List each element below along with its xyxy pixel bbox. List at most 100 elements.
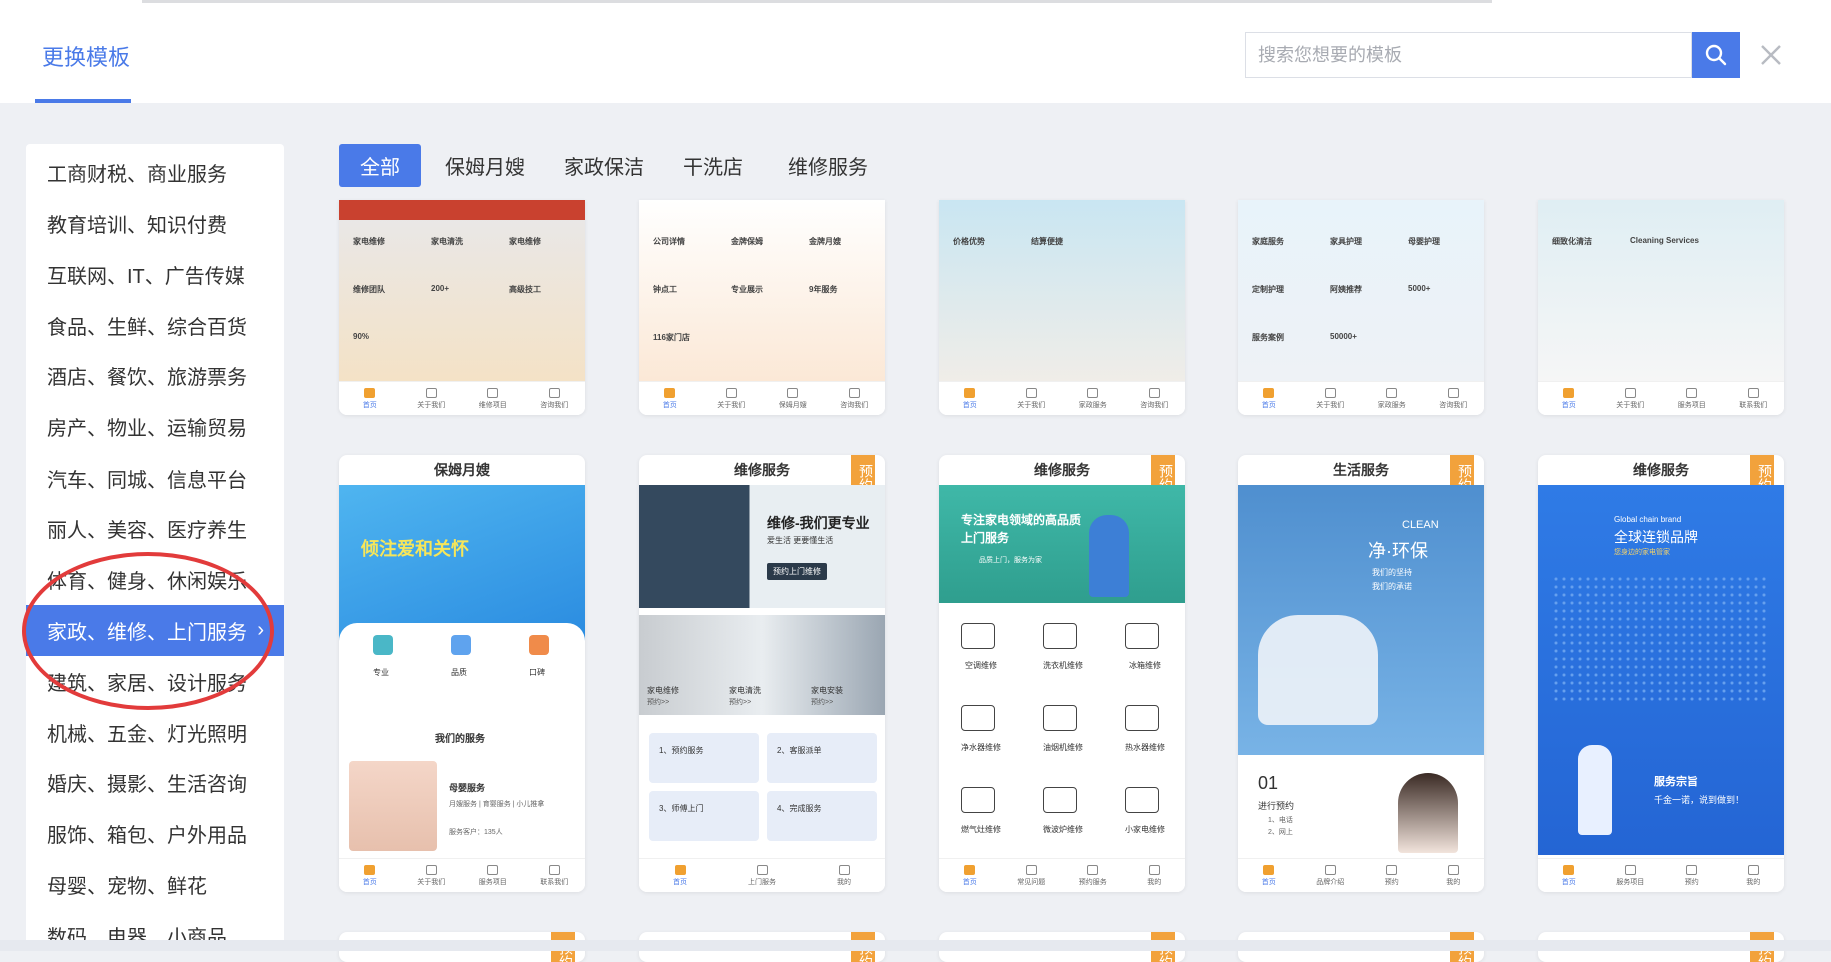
nav-icon	[1148, 864, 1160, 875]
close-button[interactable]	[1756, 40, 1786, 70]
nav-icon	[425, 864, 437, 875]
sidebar-item[interactable]: 食品、生鲜、综合百货	[26, 300, 284, 351]
preview-text: 金牌保姆	[731, 237, 763, 246]
nav-label: 关于我们	[1616, 401, 1645, 409]
preview-text: 家电维修	[509, 237, 541, 246]
sidebar-item[interactable]: 汽车、同城、信息平台	[26, 453, 284, 504]
sidebar-item[interactable]: 教育培训、知识付费	[26, 198, 284, 249]
template-card[interactable]: 生活服务 预约 CLEAN 净·环保 我们的坚持 我们的承诺 01 进行预约 1、电话 2、网上首…	[1238, 455, 1484, 892]
nav-label: 上门服务	[748, 878, 776, 886]
template-bottom-nav: 首页 关于我们 家政服务 咨询我们	[939, 381, 1185, 415]
nav-item: 首页	[1538, 382, 1600, 415]
step-label: 3、师傅上门	[659, 804, 704, 813]
nav-label: 首页	[362, 401, 377, 409]
nav-item: 咨询我们	[524, 382, 586, 415]
nav-item: 关于我们	[1300, 382, 1362, 415]
banner-text: 专注家电领域的高品质上门服务	[961, 513, 1082, 545]
sidebar-item[interactable]: 丽人、美容、医疗养生	[26, 503, 284, 554]
step-item: 1、电话	[1268, 817, 1293, 824]
preview-text: 钟点工	[653, 285, 677, 294]
service-label: 空调维修	[965, 661, 997, 670]
top-bar: 更换模板	[0, 0, 1831, 103]
nav-item: 首页	[1238, 859, 1300, 892]
feature-label: 品质	[451, 668, 467, 677]
filter-tab[interactable]: 家政保洁	[554, 144, 654, 187]
nav-icon	[1025, 387, 1037, 398]
tab-active-indicator	[35, 99, 131, 103]
service-label: 洗衣机维修	[1043, 661, 1083, 670]
nav-label: 服务项目	[1677, 401, 1706, 409]
nav-icon	[487, 387, 499, 398]
sidebar-item[interactable]: 机械、五金、灯光照明	[26, 707, 284, 758]
preview-text: 维修团队	[353, 285, 385, 294]
nav-label: 联系我们	[540, 878, 569, 886]
banner-button: 预约上门维修	[767, 563, 827, 580]
nav-item: 关于我们	[1001, 382, 1063, 415]
service-desc: 月嫂服务 | 育婴服务 | 小儿推拿	[449, 801, 545, 808]
nav-icon	[487, 864, 499, 875]
nav-icon	[1148, 387, 1160, 398]
sidebar-item[interactable]: 房产、物业、运输贸易	[26, 401, 284, 452]
nav-label: 首页	[662, 401, 677, 409]
search-button[interactable]	[1692, 32, 1740, 78]
template-card[interactable]: 维修服务 预约 专注家电领域的高品质上门服务 品质上门，服务为家 空调维修 洗衣机维修 冰箱…	[939, 455, 1185, 892]
sidebar-item[interactable]: 酒店、餐饮、旅游票务	[26, 350, 284, 401]
template-card[interactable]: 家庭服务 家具护理 母婴护理 定制护理 阿姨推荐 5000+ 服务案例 50000+ 首页 关于我…	[1238, 200, 1484, 415]
nav-item: 我的	[803, 859, 885, 892]
nav-label: 常见问题	[1017, 878, 1046, 886]
nav-label: 预约	[1384, 878, 1399, 886]
sidebar-item[interactable]: 母婴、宠物、鲜花	[26, 859, 284, 910]
service-count: 服务客户：135人	[449, 829, 503, 836]
nav-icon	[1563, 864, 1575, 875]
laundry-illustration	[1258, 615, 1378, 725]
nav-icon	[1263, 387, 1275, 398]
service-icon	[1125, 705, 1159, 731]
template-bottom-nav: 首页 关于我们 家政服务 咨询我们	[1238, 381, 1484, 415]
nav-label: 服务项目	[1616, 878, 1645, 886]
template-card[interactable]: 维修服务 预约 Global chain brand 全球连锁品牌 您身边的家电管家 服务…	[1538, 455, 1784, 892]
template-card[interactable]: 家电维修 家电清洗 家电维修 维修团队 200+ 高级技工 90% 首页 关于我们 维修项目 咨询我…	[339, 200, 585, 415]
nav-icon	[964, 387, 976, 398]
filter-tab[interactable]: 保姆月嫂	[435, 144, 535, 187]
filter-tab[interactable]: 全部	[339, 144, 421, 187]
nav-icon	[364, 864, 376, 875]
service-label: 油烟机维修	[1043, 743, 1083, 752]
service-label: 净水器维修	[961, 743, 1001, 752]
nav-item: 维修项目	[462, 382, 524, 415]
sidebar-item-label: 汽车、同城、信息平台	[47, 470, 247, 492]
tab-change-template[interactable]: 更换模板	[42, 40, 130, 72]
template-card[interactable]: 价格优势 结算便捷 首页 关于我们 家政服务 咨询我们	[939, 200, 1185, 415]
step-label: 2、客服派单	[777, 746, 822, 755]
sidebar-item[interactable]: 工商财税、商业服务	[26, 147, 284, 198]
sidebar-item-label: 机械、五金、灯光照明	[47, 724, 247, 746]
filter-tab[interactable]: 维修服务	[773, 144, 883, 187]
template-card[interactable]: 维修服务 预约 维修-我们更专业 爱生活 更要懂生活 预约上门维修 家电维修 预约>> 家电清…	[639, 455, 885, 892]
nav-icon	[1447, 864, 1459, 875]
nav-item: 首页	[639, 859, 721, 892]
template-card[interactable]: 公司详情 金牌保姆 金牌月嫂 钟点工 专业展示 9年服务 116家门店 首页 关于我们 保姆月嫂 咨…	[639, 200, 885, 415]
service-label: 冰箱维修	[1129, 661, 1161, 670]
sidebar-item[interactable]: 婚庆、摄影、生活咨询	[26, 757, 284, 808]
preview-text: 90%	[353, 332, 370, 341]
banner-small: Global chain brand	[1614, 515, 1682, 524]
search-input[interactable]	[1246, 33, 1691, 77]
template-card[interactable]: 细致化清洁 Cleaning Services 首页 关于我们 服务项目 联系我们	[1538, 200, 1784, 415]
preview-banner	[339, 485, 585, 645]
search-box[interactable]	[1245, 32, 1692, 78]
template-title: 维修服务	[1034, 462, 1090, 478]
nav-item: 家政服务	[1361, 382, 1423, 415]
sidebar-item[interactable]: 互联网、IT、广告传媒	[26, 249, 284, 300]
step-title: 进行预约	[1258, 801, 1295, 811]
filter-tab[interactable]: 干洗店	[674, 144, 752, 187]
step-item: 2、网上	[1268, 829, 1293, 836]
banner-text: 维修-我们更专业	[767, 515, 870, 531]
template-card[interactable]: 保姆月嫂 倾注爱和关怀 专业 品质 口碑 我们的服务 母婴服务 月嫂服务 | 育婴服务 | 小…	[339, 455, 585, 892]
sidebar-item[interactable]: 服饰、箱包、户外用品	[26, 808, 284, 859]
sidebar-item-label: 教育培训、知识付费	[47, 215, 227, 237]
feature-icon	[451, 635, 471, 655]
nav-icon	[1747, 864, 1759, 875]
nav-label: 关于我们	[1316, 401, 1345, 409]
nav-icon	[1025, 864, 1037, 875]
nav-label: 我的	[1147, 878, 1162, 886]
nav-label: 首页	[1261, 401, 1276, 409]
